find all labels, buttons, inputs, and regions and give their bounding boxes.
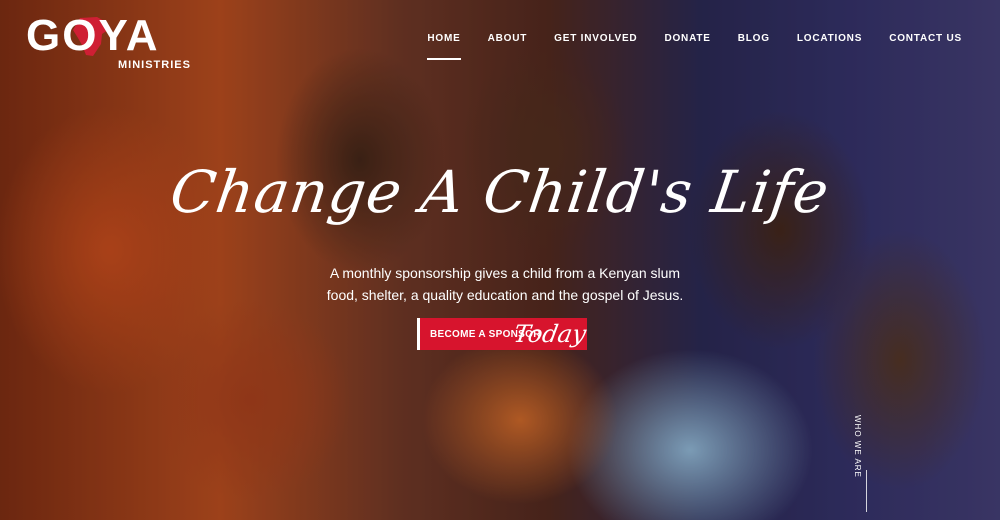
brand-logo[interactable]: GOYA MINISTRIES	[26, 10, 196, 74]
nav-blog[interactable]: BLOG	[738, 33, 770, 44]
scroll-label[interactable]: WHO WE ARE	[853, 415, 862, 478]
nav-locations[interactable]: LOCATIONS	[797, 33, 862, 44]
sponsor-script-text: Today	[511, 320, 589, 348]
nav-contact-us[interactable]: CONTACT US	[889, 33, 962, 44]
nav-home[interactable]: HOME	[427, 33, 461, 60]
nav-get-involved[interactable]: GET INVOLVED	[554, 33, 637, 44]
hero-subtitle: A monthly sponsorship gives a child from…	[326, 265, 684, 303]
main-navigation: HOME ABOUT GET INVOLVED DONATE BLOG LOCA…	[427, 33, 962, 60]
nav-donate[interactable]: DONATE	[664, 33, 710, 44]
brand-subtitle: MINISTRIES	[118, 59, 191, 71]
scroll-indicator-line	[866, 470, 867, 512]
hero-headline: Change A Child's Life	[166, 158, 834, 226]
nav-about[interactable]: ABOUT	[488, 33, 528, 44]
brand-name: GOYA	[26, 11, 160, 60]
become-sponsor-button[interactable]: BECOME A SPONSOR Today	[417, 318, 589, 350]
hero-background-photo	[0, 0, 1000, 520]
